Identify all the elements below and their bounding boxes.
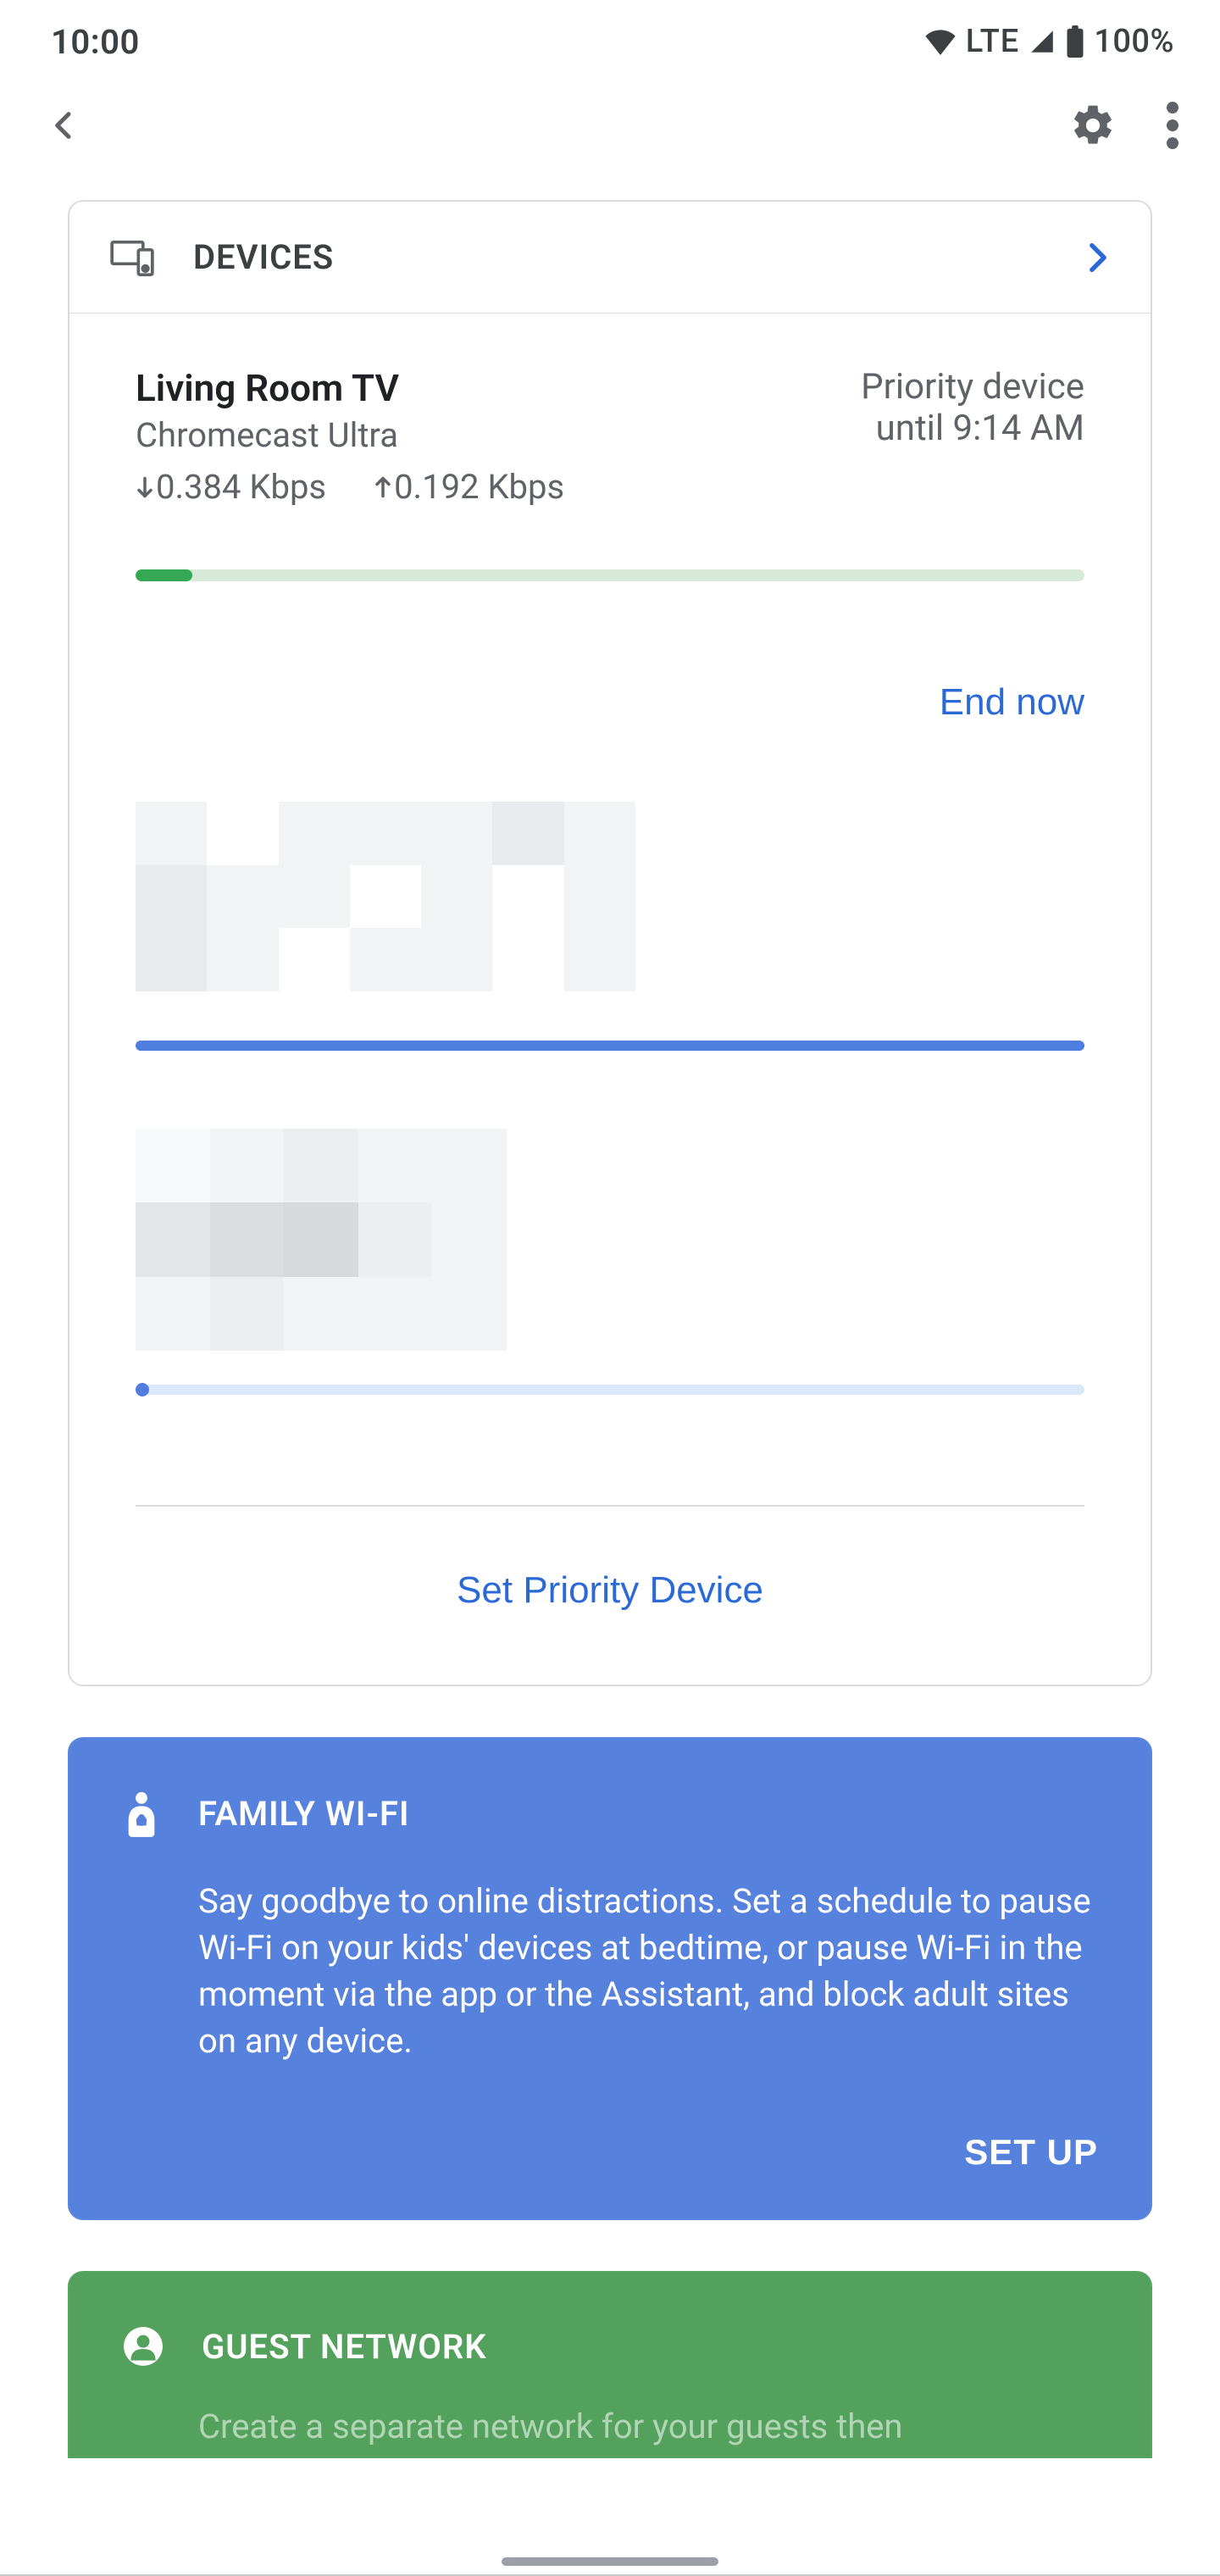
devices-icon [110, 239, 154, 276]
priority-line-2: until 9:14 AM [861, 408, 1084, 449]
more-button[interactable] [1166, 102, 1179, 149]
device-speeds: 0.384 Kbps 0.192 Kbps [136, 467, 564, 507]
devices-card: DEVICES Living Room TV Chromecast Ultra … [68, 200, 1152, 1686]
device-info: Living Room TV Chromecast Ultra 0.384 Kb… [136, 366, 564, 507]
download-speed: 0.384 Kbps [156, 467, 326, 507]
family-wifi-body: Say goodbye to online distractions. Set … [198, 1878, 1098, 2065]
download-icon [136, 475, 154, 499]
family-wifi-card: FAMILY WI-FI Say goodbye to online distr… [68, 1737, 1152, 2221]
usage-bar-1 [136, 569, 1084, 581]
cellular-icon [1028, 28, 1056, 55]
nav-handle[interactable] [502, 2557, 718, 2566]
usage-bar-2 [136, 1041, 1084, 1051]
end-now-button[interactable]: End now [940, 681, 1084, 724]
settings-button[interactable] [1069, 102, 1117, 149]
devices-card-title: DEVICES [193, 237, 1086, 277]
usage-bar-3 [136, 1385, 1084, 1395]
app-bar [0, 68, 1220, 183]
set-priority-button[interactable]: Set Priority Device [457, 1569, 763, 1612]
status-right: LTE 100% [923, 23, 1174, 60]
priority-device-block: Living Room TV Chromecast Ultra 0.384 Kb… [69, 314, 1151, 1685]
chevron-right-icon [1086, 242, 1110, 273]
wifi-icon [923, 28, 957, 55]
family-icon [122, 1791, 161, 1837]
status-bar: 10:00 LTE 100% [0, 0, 1220, 68]
devices-card-header[interactable]: DEVICES [69, 202, 1151, 314]
status-time: 10:00 [51, 22, 140, 62]
guest-network-title: GUEST NETWORK [202, 2327, 487, 2367]
priority-line-1: Priority device [861, 366, 1084, 408]
back-button[interactable] [47, 108, 81, 142]
family-wifi-setup-button[interactable]: SET UP [964, 2132, 1098, 2173]
redacted-device-2 [136, 1129, 1084, 1395]
battery-icon [1065, 25, 1085, 58]
upload-speed: 0.192 Kbps [394, 467, 564, 507]
guest-network-body: Create a separate network for your guest… [198, 2403, 1098, 2450]
device-subtitle: Chromecast Ultra [136, 415, 564, 455]
priority-status: Priority device until 9:14 AM [861, 366, 1084, 449]
guest-network-card: GUEST NETWORK Create a separate network … [68, 2271, 1152, 2458]
upload-icon [374, 475, 392, 499]
guest-icon [122, 2325, 164, 2368]
family-wifi-title: FAMILY WI-FI [198, 1794, 410, 1834]
device-name: Living Room TV [136, 366, 564, 410]
redacted-device-1 [136, 802, 1084, 1051]
status-battery-percent: 100% [1094, 23, 1174, 60]
status-lte: LTE [966, 23, 1020, 60]
